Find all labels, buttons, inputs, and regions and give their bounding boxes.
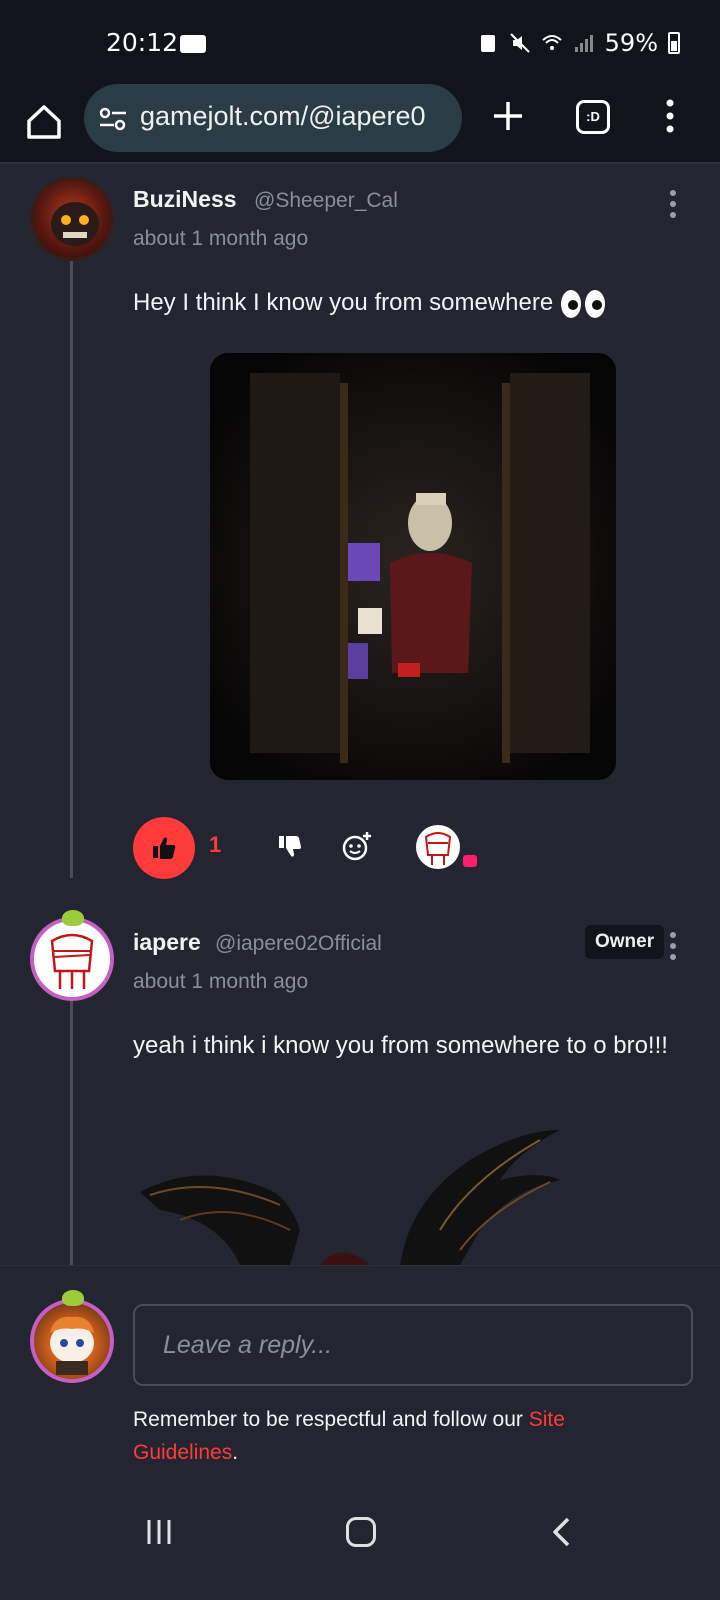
like-button[interactable] — [133, 817, 195, 879]
comment-username[interactable]: BuziNess — [133, 186, 237, 213]
my-avatar[interactable] — [30, 1299, 114, 1383]
avatar-art-icon — [51, 202, 99, 246]
system-nav-bar — [0, 1490, 720, 1600]
like-count: 1 — [209, 832, 222, 857]
reply-input[interactable] — [133, 1304, 693, 1386]
avatar-art-icon — [50, 933, 94, 989]
tab-switcher-button[interactable]: :D — [576, 100, 610, 134]
comment-text: Hey I think I know you from somewhere — [133, 284, 673, 321]
replier-art-icon — [424, 832, 452, 865]
battery-percent: 59% — [604, 29, 658, 57]
more-menu-icon[interactable] — [665, 98, 675, 134]
voicemail-icon — [180, 35, 206, 53]
owner-badge: Owner — [585, 925, 665, 959]
status-time: 20:12 — [106, 28, 179, 57]
reply-composer: Remember to be respectful and follow our… — [0, 1265, 720, 1490]
dark-wings-image — [140, 1130, 560, 1265]
comment-handle[interactable]: @iapere02Official — [215, 932, 382, 956]
post-image[interactable] — [140, 1120, 580, 1265]
back-icon[interactable] — [548, 1516, 576, 1548]
dark-hallway-image — [210, 353, 616, 780]
replier-avatar[interactable] — [416, 825, 460, 869]
guidelines-note: Remember to be respectful and follow our… — [133, 1403, 693, 1469]
site-guidelines-link[interactable]: Guidelines — [133, 1441, 232, 1464]
avatar[interactable] — [30, 917, 114, 1001]
comment-body: yeah i think i know you from somewhere t… — [133, 1032, 668, 1059]
signal-icon — [574, 35, 593, 52]
home-icon[interactable] — [24, 102, 64, 142]
home-nav-icon[interactable] — [346, 1517, 376, 1547]
comment-time: about 1 month ago — [133, 227, 309, 250]
mute-icon — [509, 33, 530, 53]
status-bar: 20:12 59% — [0, 0, 720, 84]
recycle-icon — [480, 35, 495, 52]
comment-options-icon[interactable] — [669, 932, 677, 962]
reply-indicator-icon — [463, 855, 477, 867]
thumbs-down-icon[interactable] — [276, 832, 304, 860]
comment-username[interactable]: iapere — [133, 929, 201, 956]
site-settings-icon[interactable] — [98, 104, 128, 134]
post-image[interactable] — [210, 353, 616, 780]
site-guidelines-link[interactable]: Site — [529, 1408, 565, 1431]
comment-body: Hey I think I know you from somewhere — [133, 289, 554, 316]
eyes-emoji-icon — [560, 289, 605, 318]
url-text: gamejolt.com/@iapere0 — [140, 101, 426, 131]
frog-badge-icon — [62, 910, 84, 926]
thumbs-up-icon — [153, 837, 176, 859]
thread-line — [70, 990, 73, 1270]
browser-toolbar: gamejolt.com/@iapere0 :D — [0, 84, 720, 164]
thread-line — [70, 258, 73, 878]
frog-badge-icon — [62, 1290, 84, 1306]
comment-time: about 1 month ago — [133, 970, 309, 993]
comment-options-icon[interactable] — [669, 190, 677, 220]
wifi-icon — [541, 35, 562, 50]
status-right: 59% — [477, 29, 680, 57]
comment-handle[interactable]: @Sheeper_Cal — [254, 189, 398, 213]
new-tab-icon[interactable] — [490, 98, 526, 134]
add-reaction-icon[interactable] — [341, 830, 373, 862]
battery-icon — [668, 32, 680, 54]
recent-apps-icon[interactable] — [145, 1518, 173, 1546]
guidelines-text: Remember to be respectful and follow our — [133, 1408, 529, 1431]
guidelines-period: . — [232, 1441, 239, 1464]
address-bar[interactable]: gamejolt.com/@iapere0 — [84, 84, 462, 152]
avatar[interactable] — [30, 177, 114, 261]
avatar-art-icon — [50, 1316, 94, 1375]
